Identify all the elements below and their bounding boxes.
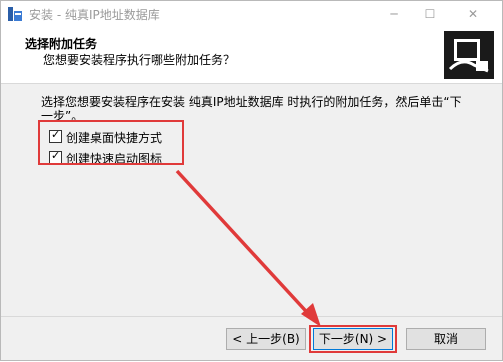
annotation-arrow-icon: [175, 169, 321, 327]
installer-window: 安装 - 纯真IP地址数据库 ─ ☐ ✕ 选择附加任务 您想要安装程序执行哪些附…: [0, 0, 503, 361]
